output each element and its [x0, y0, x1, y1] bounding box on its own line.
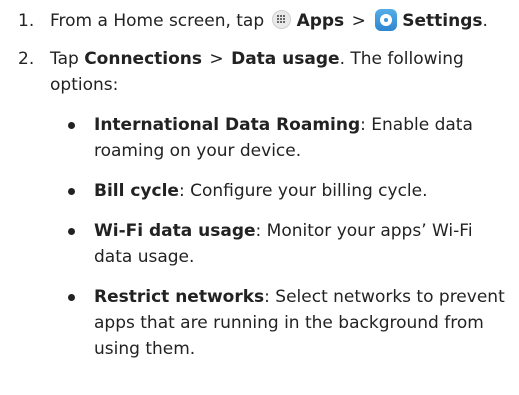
settings-icon — [375, 9, 398, 31]
instructions-page: 1. From a Home screen, tap Apps > Settin… — [0, 0, 519, 395]
connections-label: Connections — [84, 49, 203, 69]
step-suffix: . — [482, 11, 488, 31]
step-text: From a Home screen, tap — [50, 11, 270, 31]
bullet-icon — [68, 188, 75, 195]
bullet-icon — [68, 294, 75, 301]
separator-chevron: > — [209, 49, 224, 69]
option-wifi-data-usage: Wi-Fi data usage: Monitor your apps’ Wi-… — [50, 218, 505, 270]
settings-label: Settings — [402, 11, 483, 31]
option-term: Bill cycle — [94, 181, 179, 201]
option-international-data-roaming: International Data Roaming: Enable data … — [50, 112, 505, 164]
step-text: Tap — [50, 49, 85, 69]
data-usage-label: Data usage — [231, 49, 340, 69]
option-restrict-networks: Restrict networks: Select networks to pr… — [50, 284, 505, 362]
apps-icon — [271, 10, 291, 29]
option-term: International Data Roaming — [94, 115, 361, 135]
step-2: 2. Tap Connections > Data usage. The fol… — [14, 46, 505, 362]
step-number: 1. — [18, 11, 35, 31]
bullet-icon — [68, 228, 75, 235]
option-term: Wi-Fi data usage — [94, 221, 256, 241]
option-description: : Configure your billing cycle. — [178, 181, 428, 201]
apps-label: Apps — [296, 11, 345, 31]
step-number: 2. — [18, 49, 35, 69]
options-list: International Data Roaming: Enable data … — [50, 112, 505, 362]
step-1: 1. From a Home screen, tap Apps > Settin… — [14, 8, 505, 34]
option-bill-cycle: Bill cycle: Configure your billing cycle… — [50, 178, 505, 204]
option-term: Restrict networks — [94, 287, 265, 307]
separator-chevron: > — [351, 11, 366, 31]
bullet-icon — [68, 122, 75, 129]
